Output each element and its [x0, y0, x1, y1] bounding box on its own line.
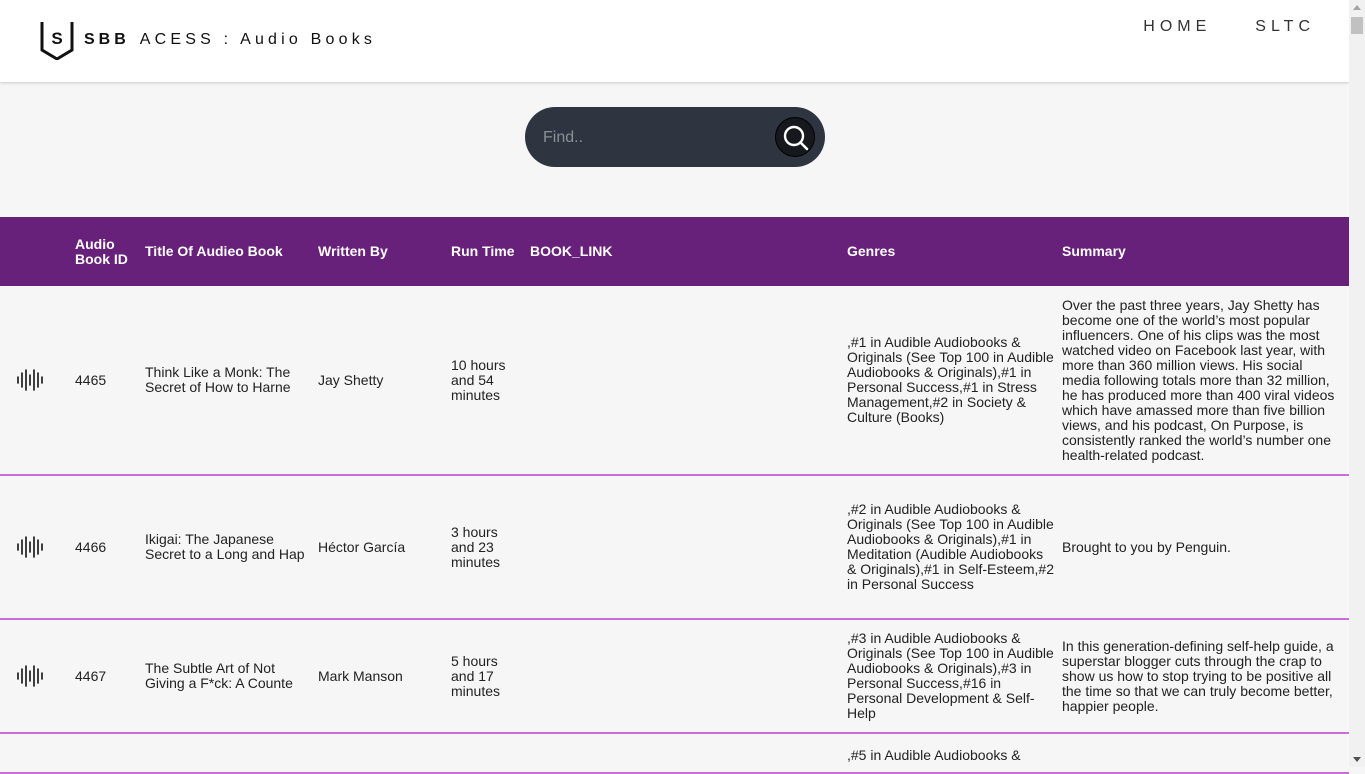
cell-genres: ,#1 in Audible Audiobooks & Originals (S…: [847, 334, 1054, 425]
table-row[interactable]: 4467 The Subtle Art of Not Giving a F*ck…: [0, 619, 1349, 733]
cell-title: Think Like a Monk: The Secret of How to …: [145, 364, 291, 395]
page-scrollbar[interactable]: [1349, 0, 1365, 767]
top-header: S SBB ACESS : Audio Books HOME SLTC: [0, 0, 1349, 82]
cell-genres: ,#2 in Audible Audiobooks & Originals (S…: [847, 501, 1054, 592]
cell-book-link[interactable]: [530, 619, 847, 733]
table-header-row: Audio Book ID Title Of Audieo Book Writt…: [0, 217, 1349, 286]
cell-genres: ,#3 in Audible Audiobooks & Originals (S…: [847, 630, 1054, 721]
cell-id: 4465: [75, 371, 107, 388]
brand[interactable]: S SBB ACESS : Audio Books: [40, 20, 376, 60]
cell-id: 4466: [75, 538, 107, 555]
cell-title: The Subtle Art of Not Giving a F*ck: A C…: [145, 660, 293, 691]
audio-wave-icon[interactable]: [16, 368, 44, 392]
cell-book-link[interactable]: [530, 286, 847, 475]
cell-author: Héctor García: [318, 538, 406, 555]
cell-title: Ikigai: The Japanese Secret to a Long an…: [145, 531, 305, 562]
row-icon-cell[interactable]: [0, 733, 75, 773]
row-icon-cell[interactable]: [0, 619, 75, 733]
cell-id: 4467: [75, 667, 107, 684]
audio-wave-icon[interactable]: [16, 664, 44, 688]
search-button[interactable]: [775, 117, 815, 157]
audiobook-table: Audio Book ID Title Of Audieo Book Writt…: [0, 217, 1349, 774]
col-header-summary: Summary: [1062, 243, 1126, 259]
table-row[interactable]: 4466 Ikigai: The Japanese Secret to a Lo…: [0, 475, 1349, 619]
scroll-up-arrow-icon[interactable]: [1353, 5, 1361, 10]
svg-text:S: S: [51, 29, 62, 48]
cell-runtime: 10 hours and 54 minutes: [451, 356, 506, 403]
cell-summary: In this generation-defining self-help gu…: [1062, 637, 1334, 714]
audiobook-table-container: Audio Book ID Title Of Audieo Book Writt…: [0, 217, 1349, 774]
cell-runtime: [451, 733, 530, 773]
scroll-down-arrow-icon[interactable]: [1353, 757, 1361, 762]
audio-wave-icon[interactable]: [16, 535, 44, 559]
cell-summary: Brought to you by Penguin.: [1062, 538, 1231, 555]
cell-runtime: 3 hours and 23 minutes: [451, 523, 501, 570]
cell-title: [145, 733, 318, 773]
table-row[interactable]: 4465 Think Like a Monk: The Secret of Ho…: [0, 286, 1349, 475]
shield-logo-icon: S: [40, 22, 74, 60]
search-bar: [525, 107, 825, 167]
cell-runtime: 5 hours and 17 minutes: [451, 652, 501, 699]
brand-name: SBB: [84, 31, 130, 48]
col-header-runtime: Run Time: [451, 243, 515, 259]
cell-author: Jay Shetty: [318, 371, 384, 388]
cell-author: Mark Manson: [318, 667, 403, 684]
col-header-genres: Genres: [847, 243, 896, 259]
col-header-id: Audio Book ID: [75, 235, 128, 267]
cell-summary: [1062, 733, 1349, 773]
cell-book-link[interactable]: [530, 475, 847, 619]
cell-author: [318, 733, 451, 773]
nav-sltc[interactable]: SLTC: [1255, 18, 1315, 36]
col-header-title: Title Of Audieo Book: [145, 243, 283, 259]
cell-genres: ,#5 in Audible Audiobooks &: [847, 747, 1021, 763]
nav-home[interactable]: HOME: [1143, 18, 1211, 36]
cell-summary: Over the past three years, Jay Shetty ha…: [1062, 296, 1335, 463]
col-header-book-link: BOOK_LINK: [530, 243, 613, 259]
cell-id: [75, 733, 145, 773]
search-input[interactable]: [541, 121, 765, 155]
search-icon: [783, 125, 809, 151]
cell-book-link[interactable]: [530, 733, 847, 773]
col-header-icon: [0, 217, 75, 286]
brand-subtitle: ACESS : Audio Books: [139, 31, 377, 48]
row-icon-cell[interactable]: [0, 475, 75, 619]
table-row[interactable]: ,#5 in Audible Audiobooks &: [0, 733, 1349, 773]
scroll-thumb[interactable]: [1351, 17, 1363, 34]
top-nav: HOME SLTC: [1099, 18, 1315, 36]
col-header-author: Written By: [318, 243, 388, 259]
row-icon-cell[interactable]: [0, 286, 75, 475]
